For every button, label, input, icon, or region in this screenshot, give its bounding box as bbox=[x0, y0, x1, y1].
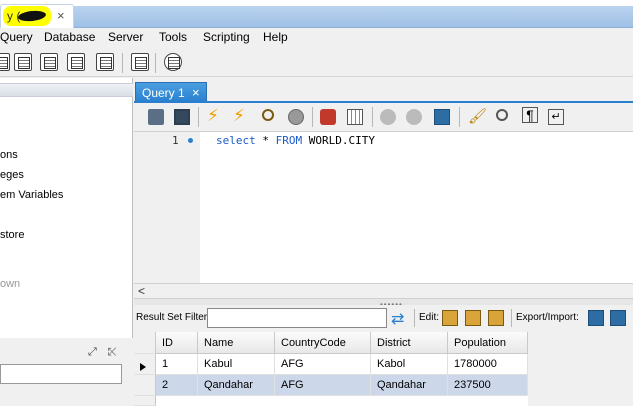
stop-icon[interactable] bbox=[288, 109, 304, 125]
invisible-chars-icon[interactable]: ¶ bbox=[522, 107, 538, 123]
execute-icon[interactable]: ⚡ bbox=[207, 106, 223, 125]
toggle-output-icon[interactable] bbox=[347, 109, 363, 125]
result-toolbar: Result Set Filter: ⇄ Edit: Export/Import… bbox=[134, 305, 633, 331]
editor-horizontal-scrollbar[interactable]: < bbox=[134, 283, 633, 299]
grid-corner bbox=[134, 332, 156, 354]
tab-query-1[interactable]: Query 1 × bbox=[135, 82, 207, 102]
toolbar-separator bbox=[198, 107, 199, 127]
table-cell[interactable]: Qandahar bbox=[198, 375, 275, 396]
word-wrap-icon[interactable]: ↵ bbox=[548, 109, 564, 125]
menu-server[interactable]: Server bbox=[108, 30, 143, 44]
sidebar-section-header bbox=[0, 83, 133, 97]
scroll-left-icon[interactable]: < bbox=[138, 284, 145, 298]
column-header-countrycode[interactable]: CountryCode bbox=[275, 332, 371, 354]
main-toolbar bbox=[0, 49, 633, 77]
editor-toolbar: ⚡ ⚡ 🖌 ¶ ↵ bbox=[134, 103, 633, 131]
row-header[interactable] bbox=[134, 396, 156, 406]
toolbar-new-routine-icon[interactable] bbox=[96, 53, 114, 71]
insert-row-icon[interactable] bbox=[465, 310, 481, 326]
import-icon[interactable] bbox=[610, 310, 626, 326]
sidebar-item-connections[interactable]: ons bbox=[0, 149, 18, 161]
autocommit-icon[interactable] bbox=[434, 109, 450, 125]
execute-current-icon[interactable]: ⚡ bbox=[233, 106, 249, 125]
toolbar-separator bbox=[312, 107, 313, 127]
table-cell[interactable]: Kabol bbox=[371, 354, 448, 375]
rollback-icon[interactable] bbox=[406, 109, 422, 125]
toolbar-new-table-icon[interactable] bbox=[40, 53, 58, 71]
query-tab-label: Query 1 bbox=[142, 86, 185, 100]
menu-scripting[interactable]: Scripting bbox=[203, 30, 250, 44]
close-icon[interactable]: × bbox=[57, 8, 65, 23]
row-header[interactable] bbox=[134, 375, 156, 396]
column-header-population[interactable]: Population bbox=[448, 332, 528, 354]
sidebar-item-privileges[interactable]: eges bbox=[0, 169, 24, 181]
table-cell[interactable]: Qandahar bbox=[371, 375, 448, 396]
beautify-icon[interactable]: 🖌 bbox=[468, 107, 487, 125]
keyword-select: select bbox=[216, 134, 256, 147]
column-header-id[interactable]: ID bbox=[156, 332, 198, 354]
toolbar-separator bbox=[414, 309, 415, 327]
table-cell[interactable]: AFG bbox=[275, 354, 371, 375]
toolbar-separator bbox=[372, 107, 373, 127]
toolbar-sql-icon[interactable] bbox=[0, 53, 10, 71]
table-cell[interactable]: 237500 bbox=[448, 375, 528, 396]
edit-row-icon[interactable] bbox=[442, 310, 458, 326]
toolbar-reconnect-icon[interactable] bbox=[164, 53, 182, 71]
toolbar-new-view-icon[interactable] bbox=[67, 53, 85, 71]
sidebar-item-restore[interactable]: store bbox=[0, 229, 24, 241]
grid-empty-area bbox=[528, 332, 633, 406]
window-tab-strip: y ( × bbox=[0, 0, 633, 28]
menu-bar: Query Database Server Tools Scripting He… bbox=[0, 28, 633, 48]
commit-icon[interactable] bbox=[380, 109, 396, 125]
sidebar-expand-icons[interactable]: ⤢ ⤪ bbox=[88, 346, 121, 359]
sql-editor[interactable]: 1 select * FROM WORLD.CITY bbox=[134, 131, 633, 284]
sql-code-line[interactable]: select * FROM WORLD.CITY bbox=[216, 134, 375, 147]
sidebar-item-system-variables[interactable]: em Variables bbox=[0, 189, 63, 201]
toggle-error-icon[interactable] bbox=[320, 109, 336, 125]
table-cell[interactable]: Kabul bbox=[198, 354, 275, 375]
tab-bar-background bbox=[0, 6, 633, 28]
table-cell[interactable]: 2 bbox=[156, 375, 198, 396]
statement-marker bbox=[188, 138, 193, 143]
sidebar-filter-input[interactable] bbox=[0, 364, 122, 384]
explain-icon[interactable] bbox=[262, 109, 274, 121]
column-header-name[interactable]: Name bbox=[198, 332, 275, 354]
refresh-icon[interactable]: ⇄ bbox=[391, 309, 404, 329]
query-tab-strip: Query 1 × bbox=[134, 78, 633, 103]
keyword-from: FROM bbox=[275, 134, 303, 147]
menu-database[interactable]: Database bbox=[44, 30, 95, 44]
current-row-icon bbox=[140, 363, 146, 371]
connection-tab[interactable]: y ( × bbox=[0, 4, 74, 28]
table-cell[interactable]: 1 bbox=[156, 354, 198, 375]
menu-query[interactable]: Query bbox=[0, 30, 33, 44]
toolbar-separator bbox=[511, 309, 512, 327]
result-filter-input[interactable] bbox=[207, 308, 387, 328]
find-icon[interactable] bbox=[496, 109, 508, 121]
code-star: * bbox=[255, 134, 276, 147]
filter-label: Result Set Filter: bbox=[136, 312, 210, 323]
table-cell[interactable]: 1780000 bbox=[448, 354, 528, 375]
toolbar-inspector-icon[interactable] bbox=[131, 53, 149, 71]
code-table: WORLD.CITY bbox=[302, 134, 375, 147]
export-icon[interactable] bbox=[588, 310, 604, 326]
export-label: Export/Import: bbox=[516, 312, 579, 323]
menu-help[interactable]: Help bbox=[263, 30, 288, 44]
save-icon[interactable] bbox=[174, 109, 190, 125]
toolbar-new-schema-icon[interactable] bbox=[14, 53, 32, 71]
table-cell[interactable]: AFG bbox=[275, 375, 371, 396]
result-grid[interactable]: ID Name CountryCode District Population … bbox=[134, 332, 633, 406]
delete-row-icon[interactable] bbox=[488, 310, 504, 326]
toolbar-separator bbox=[122, 53, 123, 73]
sidebar-item-shutdown: own bbox=[0, 278, 21, 290]
close-icon[interactable]: × bbox=[192, 85, 200, 100]
menu-tools[interactable]: Tools bbox=[159, 30, 187, 44]
toolbar-separator bbox=[459, 107, 460, 127]
edit-label: Edit: bbox=[419, 312, 440, 323]
line-gutter: 1 bbox=[134, 132, 200, 284]
toolbar-separator bbox=[155, 53, 156, 73]
open-file-icon[interactable] bbox=[148, 109, 164, 125]
column-header-district[interactable]: District bbox=[371, 332, 448, 354]
line-number: 1 bbox=[172, 134, 179, 147]
